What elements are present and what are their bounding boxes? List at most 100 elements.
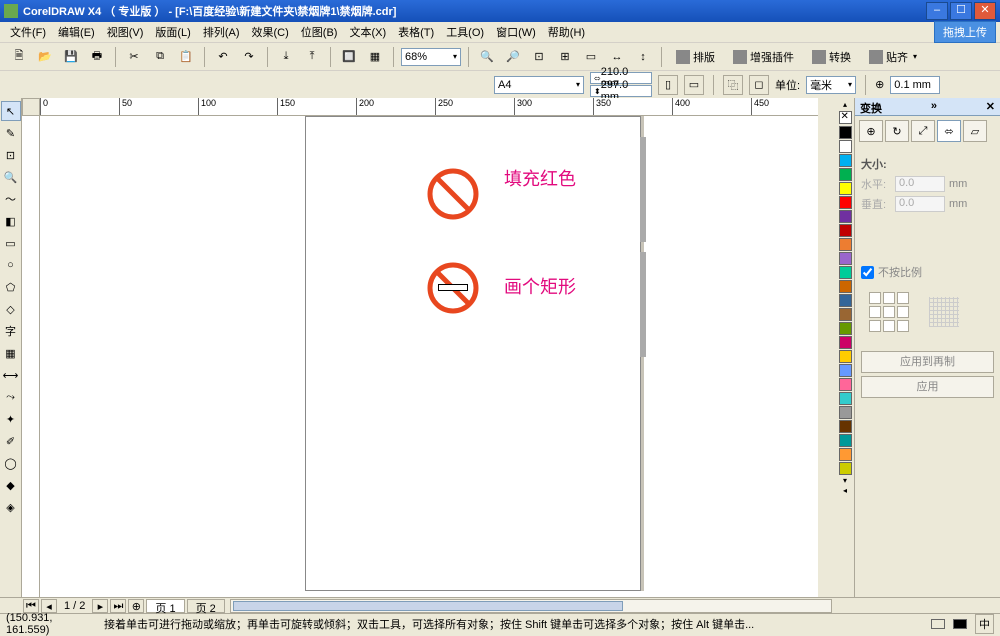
menu-view[interactable]: 视图(V) [101, 22, 150, 42]
color-swatch[interactable] [839, 266, 852, 279]
zoom-in-icon[interactable]: 🔍 [476, 46, 498, 68]
menu-help[interactable]: 帮助(H) [542, 22, 591, 42]
import-icon[interactable]: ⤓ [275, 46, 297, 68]
docker-tab-scale[interactable]: ⤢ [911, 120, 935, 142]
upload-button[interactable]: 拖拽上传 [934, 21, 996, 43]
color-swatch[interactable] [839, 378, 852, 391]
zoom-page-icon[interactable]: ▭ [580, 46, 602, 68]
last-page-button[interactable]: ⏭ [110, 599, 126, 613]
color-swatch[interactable] [839, 462, 852, 475]
docker-tab-position[interactable]: ⊕ [859, 120, 883, 142]
cut-icon[interactable]: ✂ [123, 46, 145, 68]
apply-duplicate-button[interactable]: 应用到再制 [861, 351, 994, 373]
menu-layout[interactable]: 版面(L) [149, 22, 196, 42]
fill-indicator[interactable] [931, 619, 945, 629]
color-swatch[interactable] [839, 448, 852, 461]
page-tab-1[interactable]: 页 1 [146, 599, 184, 613]
color-swatch[interactable] [839, 238, 852, 251]
no-symbol-1[interactable] [426, 167, 480, 221]
zoom-width-icon[interactable]: ↔ [606, 46, 628, 68]
menu-table[interactable]: 表格(T) [392, 22, 440, 42]
fill-tool[interactable]: ◆ [1, 475, 21, 495]
palette-down-icon[interactable]: ▾ [839, 476, 852, 486]
zoom-combo[interactable]: 68%▾ [401, 48, 461, 66]
app-launcher-icon[interactable]: 🔲 [338, 46, 360, 68]
plugin-button[interactable]: 增强插件 [726, 46, 801, 68]
page-height-field[interactable]: ⬍297.0 mm [590, 85, 652, 97]
print-icon[interactable]: 🖶 [86, 46, 108, 68]
save-icon[interactable]: 💾 [60, 46, 82, 68]
nudge-field[interactable]: 0.1 mm [890, 76, 940, 94]
menu-effects[interactable]: 效果(C) [246, 22, 295, 42]
new-icon[interactable]: 🗎 [8, 46, 30, 68]
minimize-button[interactable]: – [926, 2, 948, 20]
next-page-button[interactable]: ▸ [92, 599, 108, 613]
work-area[interactable]: 0501001502002503003504004505005506006507… [22, 98, 836, 597]
docker-collapse-icon[interactable]: » [931, 100, 937, 113]
canvas[interactable]: 填充红色 画个矩形 [40, 116, 818, 597]
crop-tool[interactable]: ⊡ [1, 145, 21, 165]
menu-arrange[interactable]: 排列(A) [197, 22, 246, 42]
copy-icon[interactable]: ⧉ [149, 46, 171, 68]
color-swatch[interactable] [839, 434, 852, 447]
freehand-tool[interactable]: 〜 [1, 189, 21, 209]
facing-pages-button[interactable]: ⿻ [723, 75, 743, 95]
portrait-button[interactable]: ▯ [658, 75, 678, 95]
menu-bitmap[interactable]: 位图(B) [295, 22, 344, 42]
basic-shapes-tool[interactable]: ◇ [1, 299, 21, 319]
ruler-origin[interactable] [22, 98, 40, 116]
horizontal-field[interactable]: 0.0 [895, 176, 945, 192]
zoom-tool[interactable]: 🔍 [1, 167, 21, 187]
page-tab-2[interactable]: 页 2 [187, 599, 225, 613]
color-swatch[interactable] [839, 140, 852, 153]
zoom-height-icon[interactable]: ↕ [632, 46, 654, 68]
ellipse-tool[interactable]: ○ [1, 255, 21, 275]
outline-tool[interactable]: ◯ [1, 453, 21, 473]
color-swatch[interactable] [839, 210, 852, 223]
single-page-button[interactable]: ◻ [749, 75, 769, 95]
docker-tab-rotate[interactable]: ↻ [885, 120, 909, 142]
vertical-field[interactable]: 0.0 [895, 196, 945, 212]
export-icon[interactable]: ⤒ [301, 46, 323, 68]
color-swatch[interactable] [839, 126, 852, 139]
snap-button[interactable]: 贴齐▾ [862, 46, 924, 68]
smart-fill-tool[interactable]: ◧ [1, 211, 21, 231]
language-indicator[interactable]: 中 [975, 614, 994, 634]
color-swatch[interactable] [839, 182, 852, 195]
eyedropper-tool[interactable]: ✐ [1, 431, 21, 451]
menu-file[interactable]: 文件(F) [4, 22, 52, 42]
color-swatch[interactable] [839, 322, 852, 335]
vertical-ruler[interactable] [22, 116, 40, 597]
color-swatch[interactable] [839, 406, 852, 419]
color-swatch[interactable] [839, 420, 852, 433]
color-swatch[interactable] [839, 336, 852, 349]
color-swatch[interactable] [839, 392, 852, 405]
docker-tab-size[interactable]: ⬄ [937, 120, 961, 142]
docker-close-icon[interactable]: ✕ [986, 100, 995, 113]
paste-icon[interactable]: 📋 [175, 46, 197, 68]
palette-flyout-icon[interactable]: ◂ [839, 486, 852, 496]
zoom-all-icon[interactable]: ⊞ [554, 46, 576, 68]
pick-tool[interactable]: ↖ [1, 101, 21, 121]
prev-page-button[interactable]: ◂ [41, 599, 57, 613]
redo-icon[interactable]: ↷ [238, 46, 260, 68]
unit-combo[interactable]: 毫米▾ [806, 76, 856, 94]
color-none[interactable] [839, 111, 852, 124]
dimension-tool[interactable]: ⟷ [1, 365, 21, 385]
connector-tool[interactable]: ⤳ [1, 387, 21, 407]
menu-edit[interactable]: 编辑(E) [52, 22, 101, 42]
text-tool[interactable]: 字 [1, 321, 21, 341]
palette-up-icon[interactable]: ▴ [839, 100, 852, 110]
outline-indicator[interactable] [953, 619, 967, 629]
polygon-tool[interactable]: ⬠ [1, 277, 21, 297]
non-proportional-checkbox[interactable] [861, 266, 874, 279]
color-swatch[interactable] [839, 224, 852, 237]
rectangle-tool[interactable]: ▭ [1, 233, 21, 253]
apply-button[interactable]: 应用 [861, 376, 994, 398]
table-tool[interactable]: ▦ [1, 343, 21, 363]
color-swatch[interactable] [839, 168, 852, 181]
open-icon[interactable]: 📂 [34, 46, 56, 68]
small-rectangle[interactable] [438, 284, 468, 291]
menu-window[interactable]: 窗口(W) [490, 22, 542, 42]
landscape-button[interactable]: ▭ [684, 75, 704, 95]
